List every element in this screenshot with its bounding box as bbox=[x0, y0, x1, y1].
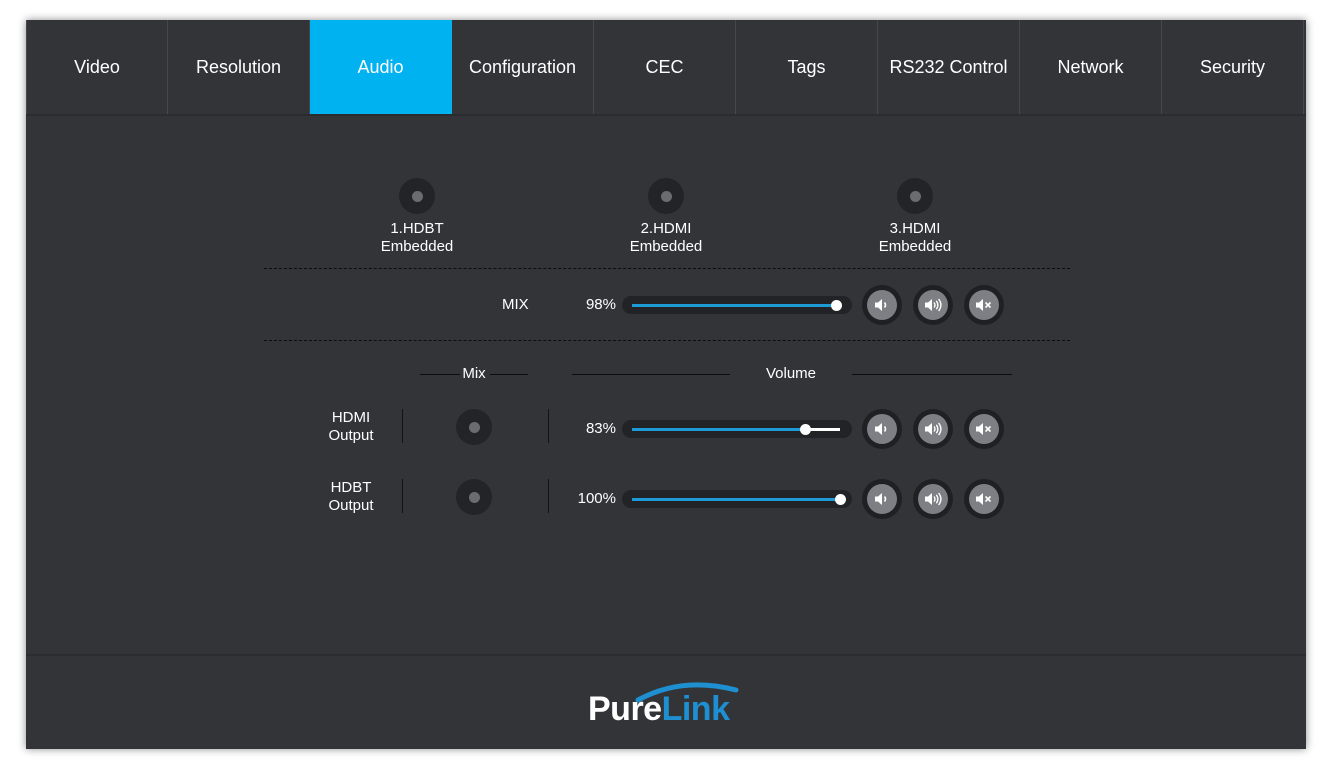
logo-part-1: Pure bbox=[588, 690, 662, 728]
hdbt-output-volume-up-button[interactable] bbox=[913, 479, 953, 519]
slider-fill bbox=[632, 304, 836, 307]
mute-icon bbox=[976, 423, 992, 435]
hdmi-output-volume-up-button[interactable] bbox=[913, 409, 953, 449]
hdmi-output-volume-slider[interactable] bbox=[622, 420, 852, 438]
hdbt-output-mix-radio[interactable] bbox=[456, 479, 492, 515]
mix-volume-up-button[interactable] bbox=[913, 285, 953, 325]
slider-handle[interactable] bbox=[800, 424, 811, 435]
volume-down-icon bbox=[875, 493, 887, 505]
volume-header-line-right bbox=[852, 374, 1012, 375]
mix-header-line-right bbox=[490, 374, 528, 375]
hdmi-output-mute-button[interactable] bbox=[964, 409, 1004, 449]
hdbt-output-percent: 100% bbox=[577, 490, 616, 507]
mix-volume-down-button[interactable] bbox=[862, 285, 902, 325]
volume-column-header: Volume bbox=[765, 365, 817, 382]
volume-up-icon bbox=[925, 422, 942, 436]
mix-column-header: Mix bbox=[462, 365, 486, 382]
source-hdbt-embedded: 1.HDBT Embedded bbox=[357, 178, 477, 256]
tab-network[interactable]: Network bbox=[1020, 20, 1162, 114]
radio-dot bbox=[660, 190, 672, 202]
logo-part-2: Link bbox=[661, 690, 730, 728]
row-separator bbox=[402, 409, 403, 443]
hdmi-output-percent: 83% bbox=[585, 420, 616, 437]
volume-down-icon bbox=[875, 299, 887, 311]
slider-fill bbox=[632, 428, 805, 431]
slider-fill bbox=[632, 498, 840, 501]
hdbt-output-mute-button[interactable] bbox=[964, 479, 1004, 519]
volume-up-icon bbox=[925, 492, 942, 506]
volume-up-icon bbox=[925, 298, 942, 312]
mix-label: MIX bbox=[502, 296, 529, 313]
tab-tags[interactable]: Tags bbox=[736, 20, 878, 114]
radio-dot bbox=[909, 190, 921, 202]
tab-rs232-control[interactable]: RS232 Control bbox=[878, 20, 1020, 114]
divider bbox=[264, 268, 1070, 269]
source-label: 3.HDMI Embedded bbox=[878, 220, 952, 255]
slider-handle[interactable] bbox=[835, 494, 846, 505]
tab-configuration[interactable]: Configuration bbox=[452, 20, 594, 114]
tab-video[interactable]: Video bbox=[26, 20, 168, 114]
tab-resolution[interactable]: Resolution bbox=[168, 20, 310, 114]
divider bbox=[264, 340, 1070, 341]
tab-security[interactable]: Security bbox=[1162, 20, 1304, 114]
radio-dot bbox=[468, 491, 480, 503]
hdmi-output-volume-down-button[interactable] bbox=[862, 409, 902, 449]
hdbt-output-volume-down-button[interactable] bbox=[862, 479, 902, 519]
source-2-radio[interactable] bbox=[648, 178, 684, 214]
volume-down-icon bbox=[875, 423, 887, 435]
slider-handle[interactable] bbox=[831, 300, 842, 311]
source-1-radio[interactable] bbox=[399, 178, 435, 214]
mute-icon bbox=[976, 493, 992, 505]
logo-text: PureLink bbox=[588, 690, 730, 729]
mix-volume-slider[interactable] bbox=[622, 296, 852, 314]
hdbt-output-volume-slider[interactable] bbox=[622, 490, 852, 508]
source-label: 1.HDBT Embedded bbox=[380, 220, 454, 255]
tab-cec[interactable]: CEC bbox=[594, 20, 736, 114]
source-hdmi-embedded-3: 3.HDMI Embedded bbox=[855, 178, 975, 256]
mix-header-line-left bbox=[420, 374, 460, 375]
footer: PureLink bbox=[26, 654, 1306, 749]
hdmi-output-label: HDMI Output bbox=[328, 409, 374, 444]
radio-dot bbox=[468, 421, 480, 433]
mute-icon bbox=[976, 299, 992, 311]
slider-track bbox=[632, 424, 840, 435]
source-hdmi-embedded-2: 2.HDMI Embedded bbox=[606, 178, 726, 256]
slider-track bbox=[632, 494, 846, 505]
source-3-radio[interactable] bbox=[897, 178, 933, 214]
audio-settings-window: Video Resolution Audio Configuration CEC… bbox=[26, 20, 1306, 749]
radio-dot bbox=[411, 190, 423, 202]
hdbt-output-label: HDBT Output bbox=[328, 479, 374, 514]
mix-percent: 98% bbox=[585, 296, 616, 313]
purelink-logo: PureLink bbox=[586, 680, 746, 730]
slider-track bbox=[632, 300, 842, 311]
tab-audio[interactable]: Audio bbox=[310, 20, 452, 114]
source-label: 2.HDMI Embedded bbox=[629, 220, 703, 255]
mix-mute-button[interactable] bbox=[964, 285, 1004, 325]
tab-bar: Video Resolution Audio Configuration CEC… bbox=[26, 20, 1306, 116]
row-separator bbox=[402, 479, 403, 513]
volume-header-line-left bbox=[572, 374, 730, 375]
hdmi-output-mix-radio[interactable] bbox=[456, 409, 492, 445]
